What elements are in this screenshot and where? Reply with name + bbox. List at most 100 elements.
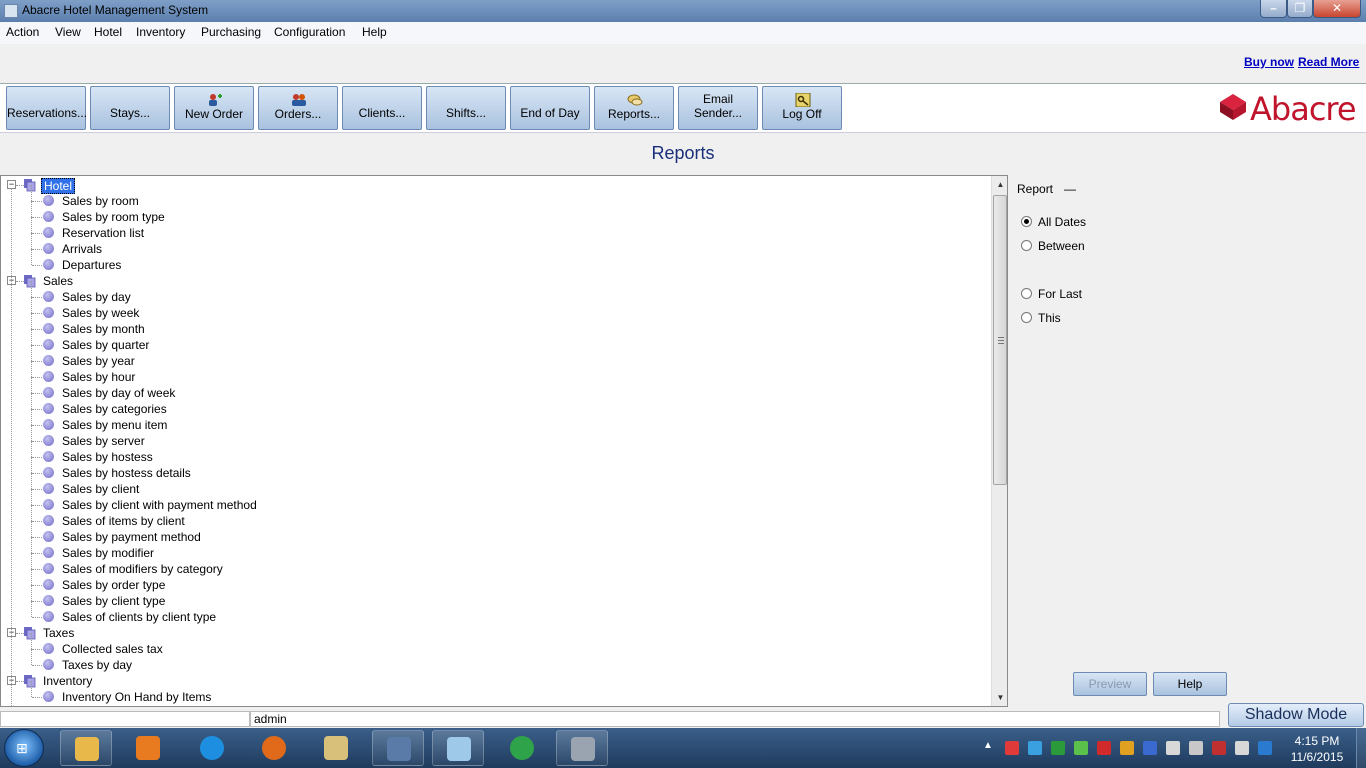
taskbar-media-player[interactable] <box>122 730 174 766</box>
tray-volume-icon[interactable] <box>1235 741 1249 755</box>
media-player-icon <box>136 736 160 760</box>
scroll-up-arrow-icon[interactable]: ▲ <box>992 176 1007 193</box>
for-last-label[interactable]: For Last <box>1038 287 1082 301</box>
tree-connector <box>31 217 32 233</box>
taskbar-network[interactable] <box>496 730 548 766</box>
taskbar-remote-desktop[interactable] <box>372 730 424 766</box>
maximize-button[interactable]: ❐ <box>1287 0 1313 18</box>
report-item-icon <box>43 515 54 526</box>
new-order-button[interactable]: New Order <box>174 86 254 130</box>
tree-connector <box>31 409 32 425</box>
tray-network-icon[interactable] <box>1212 741 1226 755</box>
tray-sync-icon[interactable] <box>1028 741 1042 755</box>
report-item-icon <box>43 435 54 446</box>
tree-connector <box>32 329 42 330</box>
tray-bluetooth-icon[interactable] <box>1143 741 1157 755</box>
tray-update-icon[interactable] <box>1074 741 1088 755</box>
stays-label: Stays... <box>109 106 150 120</box>
menu-view[interactable]: View <box>55 25 81 39</box>
taskbar-notepad[interactable] <box>310 730 362 766</box>
tree-connector <box>32 553 42 554</box>
report-options-panel: Report — All Dates Between For Last This… <box>1010 175 1366 708</box>
read-more-link[interactable]: Read More <box>1298 55 1359 69</box>
this-radio[interactable] <box>1021 312 1032 323</box>
restore-icon: ❐ <box>1294 1 1306 15</box>
tree-connector <box>32 457 42 458</box>
scroll-down-arrow-icon[interactable]: ▼ <box>992 689 1007 706</box>
tree-scrollbar[interactable]: ▲ ▼ <box>991 176 1007 706</box>
abacre-app-icon <box>571 737 595 761</box>
start-button[interactable]: ⊞ <box>4 729 44 767</box>
all-dates-label[interactable]: All Dates <box>1038 215 1086 229</box>
between-radio[interactable] <box>1021 240 1032 251</box>
tree-connector <box>31 585 32 601</box>
tree-node-label: Sales by week <box>62 306 140 320</box>
menu-configuration[interactable]: Configuration <box>274 25 345 39</box>
app-icon[interactable] <box>4 4 18 18</box>
window-title: Abacre Hotel Management System <box>22 3 209 17</box>
help-button[interactable]: Help <box>1153 672 1227 696</box>
clients-button[interactable]: Clients... <box>342 86 422 130</box>
tree-node-label: Sales by year <box>62 354 135 368</box>
all-dates-radio[interactable] <box>1021 216 1032 227</box>
shifts-label: Shifts... <box>445 106 486 120</box>
menu-purchasing[interactable]: Purchasing <box>201 25 261 39</box>
report-group-icon <box>24 675 36 688</box>
menu-hotel[interactable]: Hotel <box>94 25 122 39</box>
buy-now-link[interactable]: Buy now <box>1244 55 1294 69</box>
minimize-button[interactable]: – <box>1260 0 1287 18</box>
shadow-mode-button[interactable]: Shadow Mode <box>1228 703 1364 727</box>
email-sender-button[interactable]: Email Sender... <box>678 86 758 130</box>
taskbar-paint[interactable] <box>432 730 484 766</box>
tree-node-label: Sales by client type <box>62 594 166 608</box>
tree-node-label: Sales by client with payment method <box>62 498 257 512</box>
close-button[interactable]: ✕ <box>1313 0 1361 18</box>
tray-check-icon[interactable] <box>1051 741 1065 755</box>
tray-expand-icon[interactable]: ▲ <box>983 740 997 754</box>
show-desktop-button[interactable] <box>1356 728 1366 768</box>
minimize-icon: – <box>1270 1 1277 15</box>
preview-button[interactable]: Preview <box>1073 672 1147 696</box>
tray-usb-icon[interactable] <box>1189 741 1203 755</box>
tray-skype-icon[interactable] <box>1258 741 1272 755</box>
tray-audio-device-icon[interactable] <box>1120 741 1134 755</box>
tray-shield-icon[interactable] <box>1097 741 1111 755</box>
orders-button[interactable]: Orders... <box>258 86 338 130</box>
tray-flag-icon[interactable] <box>1005 741 1019 755</box>
taskbar-firefox[interactable] <box>248 730 300 766</box>
tree-connector <box>32 473 42 474</box>
between-label[interactable]: Between <box>1038 239 1085 253</box>
shifts-button[interactable]: Shifts... <box>426 86 506 130</box>
stays-button[interactable]: Stays... <box>90 86 170 130</box>
for-last-radio[interactable] <box>1021 288 1032 299</box>
taskbar: ⊞ ▲ 4:15 PM 11/6/2015 <box>0 728 1366 768</box>
scroll-thumb[interactable] <box>993 195 1007 485</box>
report-item-icon <box>43 243 54 254</box>
tree-connector <box>31 185 32 201</box>
end-of-day-button[interactable]: End of Day <box>510 86 590 130</box>
tree-connector <box>32 665 42 666</box>
menu-inventory[interactable]: Inventory <box>136 25 185 39</box>
tray-display-icon[interactable] <box>1166 741 1180 755</box>
tree-connector <box>32 409 42 410</box>
taskbar-explorer[interactable] <box>60 730 112 766</box>
taskbar-abacre-app[interactable] <box>556 730 608 766</box>
scroll-grip-icon <box>998 337 1004 344</box>
toolbar: Reservations... Stays... New Order Order… <box>0 83 1366 133</box>
menu-action[interactable]: Action <box>6 25 39 39</box>
reports-button[interactable]: Reports... <box>594 86 674 130</box>
key-icon <box>795 93 811 107</box>
tree-connector <box>32 649 42 650</box>
this-label[interactable]: This <box>1038 311 1061 325</box>
status-bar: admin <box>0 710 1366 728</box>
tree-connector <box>32 617 42 618</box>
log-off-button[interactable]: Log Off <box>762 86 842 130</box>
taskbar-clock[interactable]: 4:15 PM 11/6/2015 <box>1284 733 1350 765</box>
menu-help[interactable]: Help <box>362 25 387 39</box>
tree-node-label: Sales by client <box>62 482 140 496</box>
reservations-button[interactable]: Reservations... <box>6 86 87 130</box>
tree-node-label: Sales of items by client <box>62 514 185 528</box>
report-tree[interactable]: − Hotel Sales by room Sales by room type Res… <box>0 175 1008 707</box>
taskbar-internet-explorer[interactable] <box>186 730 238 766</box>
report-item-icon <box>43 371 54 382</box>
